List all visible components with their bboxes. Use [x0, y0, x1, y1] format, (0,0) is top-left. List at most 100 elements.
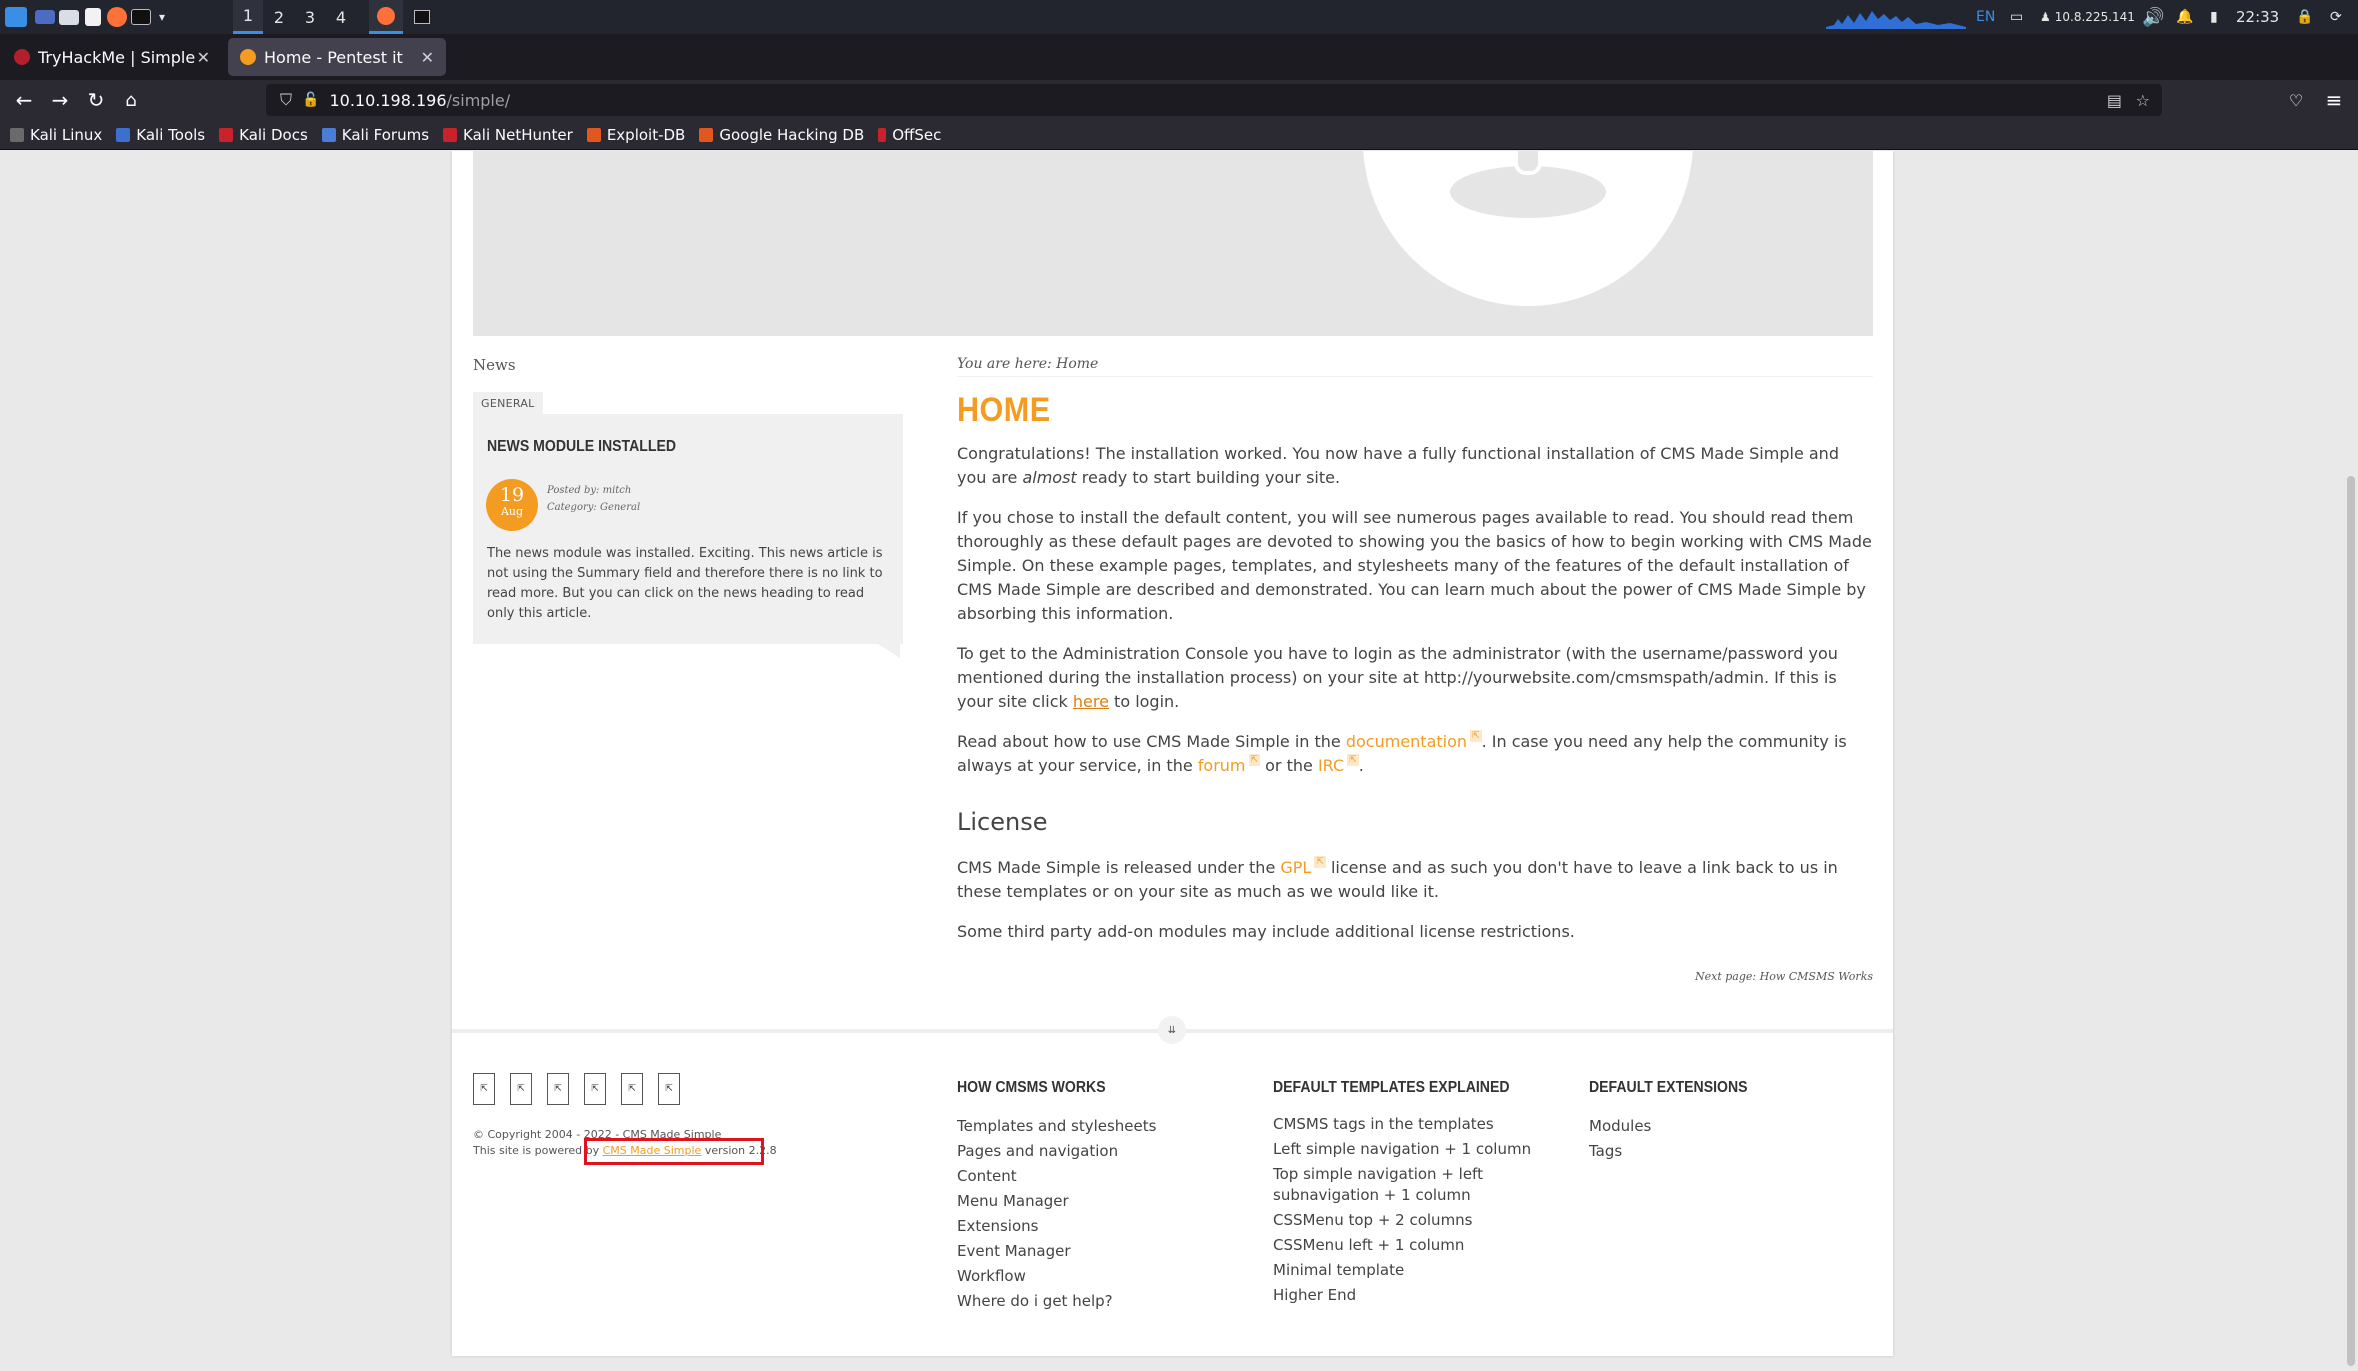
bookmark-kali-docs[interactable]: Kali Docs — [219, 126, 308, 144]
footer-link[interactable]: Content — [957, 1164, 1157, 1189]
footer-link[interactable]: Templates and stylesheets — [957, 1114, 1157, 1139]
kali-menu-icon[interactable] — [3, 4, 29, 30]
main-content: You are here: Home HOME Congratulations!… — [957, 356, 1873, 983]
lock-insecure-icon[interactable]: 🔓 — [302, 92, 319, 108]
network-graph — [1826, 0, 1966, 34]
footer-column-how-cmsms-works: HOW CMSMS WORKS Templates and stylesheet… — [957, 1075, 1157, 1314]
page-viewport[interactable]: News GENERAL NEWS MODULE INSTALLED 19 Au… — [0, 151, 2358, 1371]
footer-link[interactable]: CSSMenu top + 2 columns — [1273, 1210, 1563, 1231]
cms-logo-graphic — [1363, 151, 1693, 306]
social-icon-1[interactable]: ⇱ — [473, 1073, 495, 1105]
bookmark-kali-nethunter[interactable]: Kali NetHunter — [443, 126, 573, 144]
footer-link[interactable]: Pages and navigation — [957, 1139, 1157, 1164]
footer-link[interactable]: Higher End — [1273, 1285, 1563, 1306]
scrollbar-thumb[interactable] — [2347, 476, 2355, 1366]
footer-link[interactable]: Top simple navigation + left subnavigati… — [1273, 1164, 1563, 1206]
tab-tryhackme[interactable]: TryHackMe | Simple CTF ✕ — [2, 38, 222, 76]
pocket-icon[interactable]: ♡ — [2282, 86, 2310, 114]
license-paragraph: CMS Made Simple is released under the GP… — [957, 856, 1838, 901]
forward-arrow-icon[interactable]: → — [46, 86, 74, 114]
firefox-launcher-icon[interactable] — [104, 4, 130, 30]
tab-title: Home - Pentest it — [264, 47, 403, 67]
footer-link[interactable]: Where do i get help? — [957, 1289, 1157, 1314]
external-link-icon: ⇱ — [1248, 754, 1261, 766]
url-path: /simple/ — [446, 90, 511, 110]
footer-heading: DEFAULT TEMPLATES EXPLAINED — [1273, 1079, 1510, 1096]
terminal-launcher-icon[interactable] — [128, 4, 154, 30]
workspace-2[interactable]: 2 — [264, 0, 294, 34]
volume-icon[interactable]: 🔊 — [2142, 0, 2164, 34]
footer-link[interactable]: Modules — [1589, 1114, 1789, 1139]
social-icon-4[interactable]: ⇱ — [584, 1073, 606, 1105]
footer-toggle-button[interactable]: ⇊ — [1158, 1016, 1186, 1044]
clock: 22:33 — [2236, 8, 2280, 26]
file-manager-icon[interactable] — [56, 4, 82, 30]
reader-view-icon[interactable]: ▤ — [2107, 91, 2122, 110]
offsec-icon — [878, 127, 887, 142]
home-icon[interactable]: ⌂ — [117, 86, 145, 114]
tab-home-pentest[interactable]: Home - Pentest it ✕ — [228, 38, 446, 76]
footer-link[interactable]: CMSMS tags in the templates — [1273, 1114, 1563, 1135]
license-heading: License — [957, 808, 1048, 836]
bookmark-star-icon[interactable]: ☆ — [2136, 91, 2150, 110]
footer-link[interactable]: Event Manager — [957, 1239, 1157, 1264]
social-icon-3[interactable]: ⇱ — [547, 1073, 569, 1105]
shield-icon[interactable]: ⛉ — [280, 90, 292, 110]
external-link-icon: ⇱ — [1347, 754, 1359, 766]
footer-link[interactable]: Menu Manager — [957, 1189, 1157, 1214]
footer-link[interactable]: Workflow — [957, 1264, 1157, 1289]
bookmark-google-hacking-db[interactable]: Google Hacking DB — [699, 126, 864, 144]
irc-link[interactable]: IRC — [1318, 756, 1344, 775]
close-tab-icon[interactable]: ✕ — [197, 48, 210, 67]
url-bar[interactable]: ⛉ 🔓 10.10.198.196/simple/ ▤ ☆ — [266, 84, 2162, 116]
lock-icon[interactable]: 🔒 — [2296, 0, 2313, 34]
notification-icon[interactable]: 🔔 — [2176, 0, 2193, 34]
close-tab-icon[interactable]: ✕ — [421, 48, 434, 67]
footer-link[interactable]: Tags — [1589, 1139, 1789, 1164]
workspace-4[interactable]: 4 — [326, 0, 356, 34]
footer-link[interactable]: Extensions — [957, 1214, 1157, 1239]
menu-hamburger-icon[interactable]: ≡ — [2320, 86, 2348, 114]
footer-link[interactable]: Left simple navigation + 1 column — [1273, 1139, 1563, 1160]
bookmark-exploit-db[interactable]: Exploit-DB — [586, 126, 685, 144]
page-scrollbar[interactable] — [2344, 151, 2358, 1371]
gpl-link[interactable]: GPL — [1280, 858, 1311, 877]
footer-column-default-extensions: DEFAULT EXTENSIONS Modules Tags — [1589, 1075, 1789, 1164]
chevron-down-icon[interactable]: ▾ — [154, 4, 170, 30]
expand-icon: ⇊ — [1167, 1024, 1177, 1036]
bookmarks-toolbar: Kali Linux Kali Tools Kali Docs Kali For… — [0, 120, 2358, 150]
bookmark-offsec[interactable]: OffSec — [878, 126, 941, 144]
news-article-title[interactable]: NEWS MODULE INSTALLED — [487, 438, 676, 456]
footer-link[interactable]: Minimal template — [1273, 1260, 1563, 1281]
vpn-ip[interactable]: ♟ 10.8.225.141 — [2040, 0, 2135, 34]
workspace-3[interactable]: 3 — [295, 0, 325, 34]
keyboard-layout[interactable]: EN — [1976, 0, 1995, 34]
news-heading: News — [473, 356, 516, 374]
ghdb-icon — [699, 127, 714, 142]
news-category-tag[interactable]: GENERAL — [473, 392, 543, 414]
news-article-body: The news module was installed. Exciting.… — [487, 546, 883, 621]
social-icon-5[interactable]: ⇱ — [621, 1073, 643, 1105]
show-desktop-icon[interactable] — [32, 4, 58, 30]
admin-login-link[interactable]: here — [1073, 692, 1109, 711]
battery-icon[interactable]: ▮ — [2210, 0, 2218, 34]
bookmark-kali-tools[interactable]: Kali Tools — [116, 126, 205, 144]
url-host: 10.10.198.196 — [329, 90, 447, 110]
social-icon-2[interactable]: ⇱ — [510, 1073, 532, 1105]
forum-link[interactable]: forum — [1198, 756, 1246, 775]
workspace-1[interactable]: 1 — [233, 0, 263, 34]
social-icon-6[interactable]: ⇱ — [658, 1073, 680, 1105]
power-icon[interactable]: ⟳ — [2330, 0, 2342, 34]
back-arrow-icon[interactable]: ← — [10, 86, 38, 114]
documentation-link[interactable]: documentation — [1346, 732, 1467, 751]
next-page-link[interactable]: Next page: How CMSMS Works — [957, 970, 1873, 983]
reload-icon[interactable]: ↻ — [82, 86, 110, 114]
footer-link[interactable]: CSSMenu left + 1 column — [1273, 1235, 1563, 1256]
display-icon[interactable]: ▭ — [2010, 0, 2023, 34]
taskbar-firefox-window[interactable] — [369, 0, 403, 34]
taskbar-terminal-window[interactable] — [405, 0, 439, 34]
text-editor-icon[interactable] — [80, 4, 106, 30]
bookmark-kali-linux[interactable]: Kali Linux — [10, 126, 102, 144]
kali-forums-icon — [321, 127, 336, 142]
bookmark-kali-forums[interactable]: Kali Forums — [321, 126, 429, 144]
